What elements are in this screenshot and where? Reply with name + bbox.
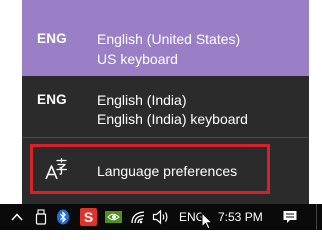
- svg-text:S: S: [84, 209, 93, 225]
- bluetooth-icon[interactable]: [56, 209, 70, 225]
- language-preferences-label: Language preferences: [97, 163, 238, 179]
- red-s-app-icon[interactable]: S: [80, 208, 97, 226]
- show-desktop-divider[interactable]: [316, 204, 317, 230]
- language-code: ENG: [37, 92, 67, 107]
- mouse-cursor-icon: [201, 211, 214, 230]
- volume-icon[interactable]: [152, 209, 170, 225]
- action-center-icon[interactable]: [282, 209, 298, 225]
- language-preferences-link[interactable]: Language preferences: [30, 144, 270, 194]
- taskbar: S ENG 7:53 PM: [0, 204, 322, 230]
- chevron-up-icon[interactable]: [10, 209, 24, 225]
- language-name: English (India): [97, 92, 187, 108]
- language-code: ENG: [37, 31, 67, 46]
- clock[interactable]: 7:53 PM: [218, 210, 263, 224]
- language-item-en-in[interactable]: ENG English (India) English (India) keyb…: [22, 79, 309, 135]
- language-item-en-us[interactable]: ENG English (United States) US keyboard: [22, 0, 309, 76]
- input-language-flyout: ENG English (United States) US keyboard …: [22, 0, 309, 204]
- usb-drive-icon[interactable]: [35, 209, 47, 225]
- nvidia-icon[interactable]: [105, 209, 122, 225]
- keyboard-layout: English (India) keyboard: [97, 111, 248, 127]
- keyboard-layout: US keyboard: [97, 51, 178, 67]
- language-name: English (United States): [97, 31, 241, 47]
- wifi-icon[interactable]: [130, 209, 146, 225]
- language-settings-icon: [43, 157, 69, 183]
- flyout-divider: [22, 137, 309, 138]
- screen: ENG English (United States) US keyboard …: [0, 0, 322, 230]
